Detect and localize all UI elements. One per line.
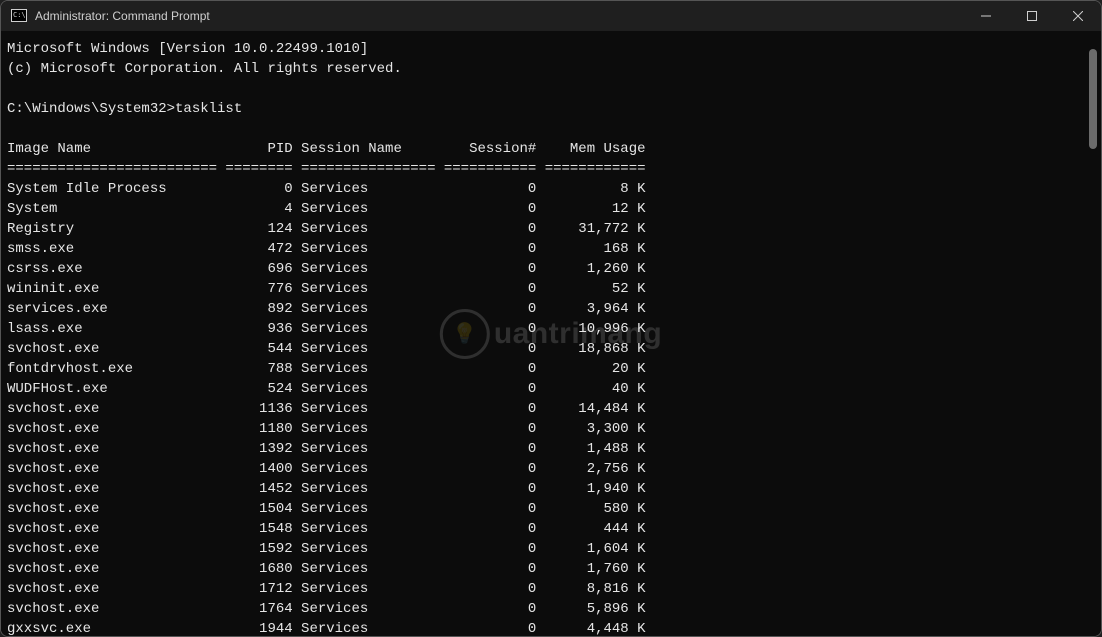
maximize-button[interactable] (1009, 1, 1055, 31)
table-row: svchost.exe 1180 Services 0 3,300 K (7, 419, 1083, 439)
table-row: wininit.exe 776 Services 0 52 K (7, 279, 1083, 299)
terminal-viewport[interactable]: Microsoft Windows [Version 10.0.22499.10… (1, 31, 1101, 636)
table-row: System 4 Services 0 12 K (7, 199, 1083, 219)
table-row: services.exe 892 Services 0 3,964 K (7, 299, 1083, 319)
table-row: svchost.exe 544 Services 0 18,868 K (7, 339, 1083, 359)
table-row: svchost.exe 1504 Services 0 580 K (7, 499, 1083, 519)
table-row: csrss.exe 696 Services 0 1,260 K (7, 259, 1083, 279)
titlebar[interactable]: C:\ Administrator: Command Prompt (1, 1, 1101, 31)
terminal-line: Microsoft Windows [Version 10.0.22499.10… (7, 39, 1083, 59)
table-row: svchost.exe 1452 Services 0 1,940 K (7, 479, 1083, 499)
close-button[interactable] (1055, 1, 1101, 31)
command-prompt-window: C:\ Administrator: Command Prompt Micros… (0, 0, 1102, 637)
table-header-line (7, 119, 1083, 139)
table-row: smss.exe 472 Services 0 168 K (7, 239, 1083, 259)
table-header-line: Image Name PID Session Name Session# Mem… (7, 139, 1083, 159)
table-row: svchost.exe 1392 Services 0 1,488 K (7, 439, 1083, 459)
terminal-output: Microsoft Windows [Version 10.0.22499.10… (7, 39, 1083, 636)
svg-text:C:\: C:\ (13, 11, 26, 19)
window-controls (963, 1, 1101, 31)
window-title: Administrator: Command Prompt (35, 9, 210, 23)
scrollbar-thumb[interactable] (1089, 49, 1097, 149)
terminal-line: C:\Windows\System32>tasklist (7, 99, 1083, 119)
terminal-line: (c) Microsoft Corporation. All rights re… (7, 59, 1083, 79)
table-row: gxxsvc.exe 1944 Services 0 4,448 K (7, 619, 1083, 636)
table-row: lsass.exe 936 Services 0 10,996 K (7, 319, 1083, 339)
table-row: fontdrvhost.exe 788 Services 0 20 K (7, 359, 1083, 379)
table-row: svchost.exe 1548 Services 0 444 K (7, 519, 1083, 539)
table-row: WUDFHost.exe 524 Services 0 40 K (7, 379, 1083, 399)
table-row: svchost.exe 1592 Services 0 1,604 K (7, 539, 1083, 559)
table-row: Registry 124 Services 0 31,772 K (7, 219, 1083, 239)
table-row: svchost.exe 1764 Services 0 5,896 K (7, 599, 1083, 619)
table-row: svchost.exe 1400 Services 0 2,756 K (7, 459, 1083, 479)
terminal-line (7, 79, 1083, 99)
table-row: svchost.exe 1680 Services 0 1,760 K (7, 559, 1083, 579)
cmd-icon: C:\ (11, 8, 27, 24)
table-row: svchost.exe 1136 Services 0 14,484 K (7, 399, 1083, 419)
table-header-line: ========================= ======== =====… (7, 159, 1083, 179)
table-row: svchost.exe 1712 Services 0 8,816 K (7, 579, 1083, 599)
minimize-button[interactable] (963, 1, 1009, 31)
table-row: System Idle Process 0 Services 0 8 K (7, 179, 1083, 199)
